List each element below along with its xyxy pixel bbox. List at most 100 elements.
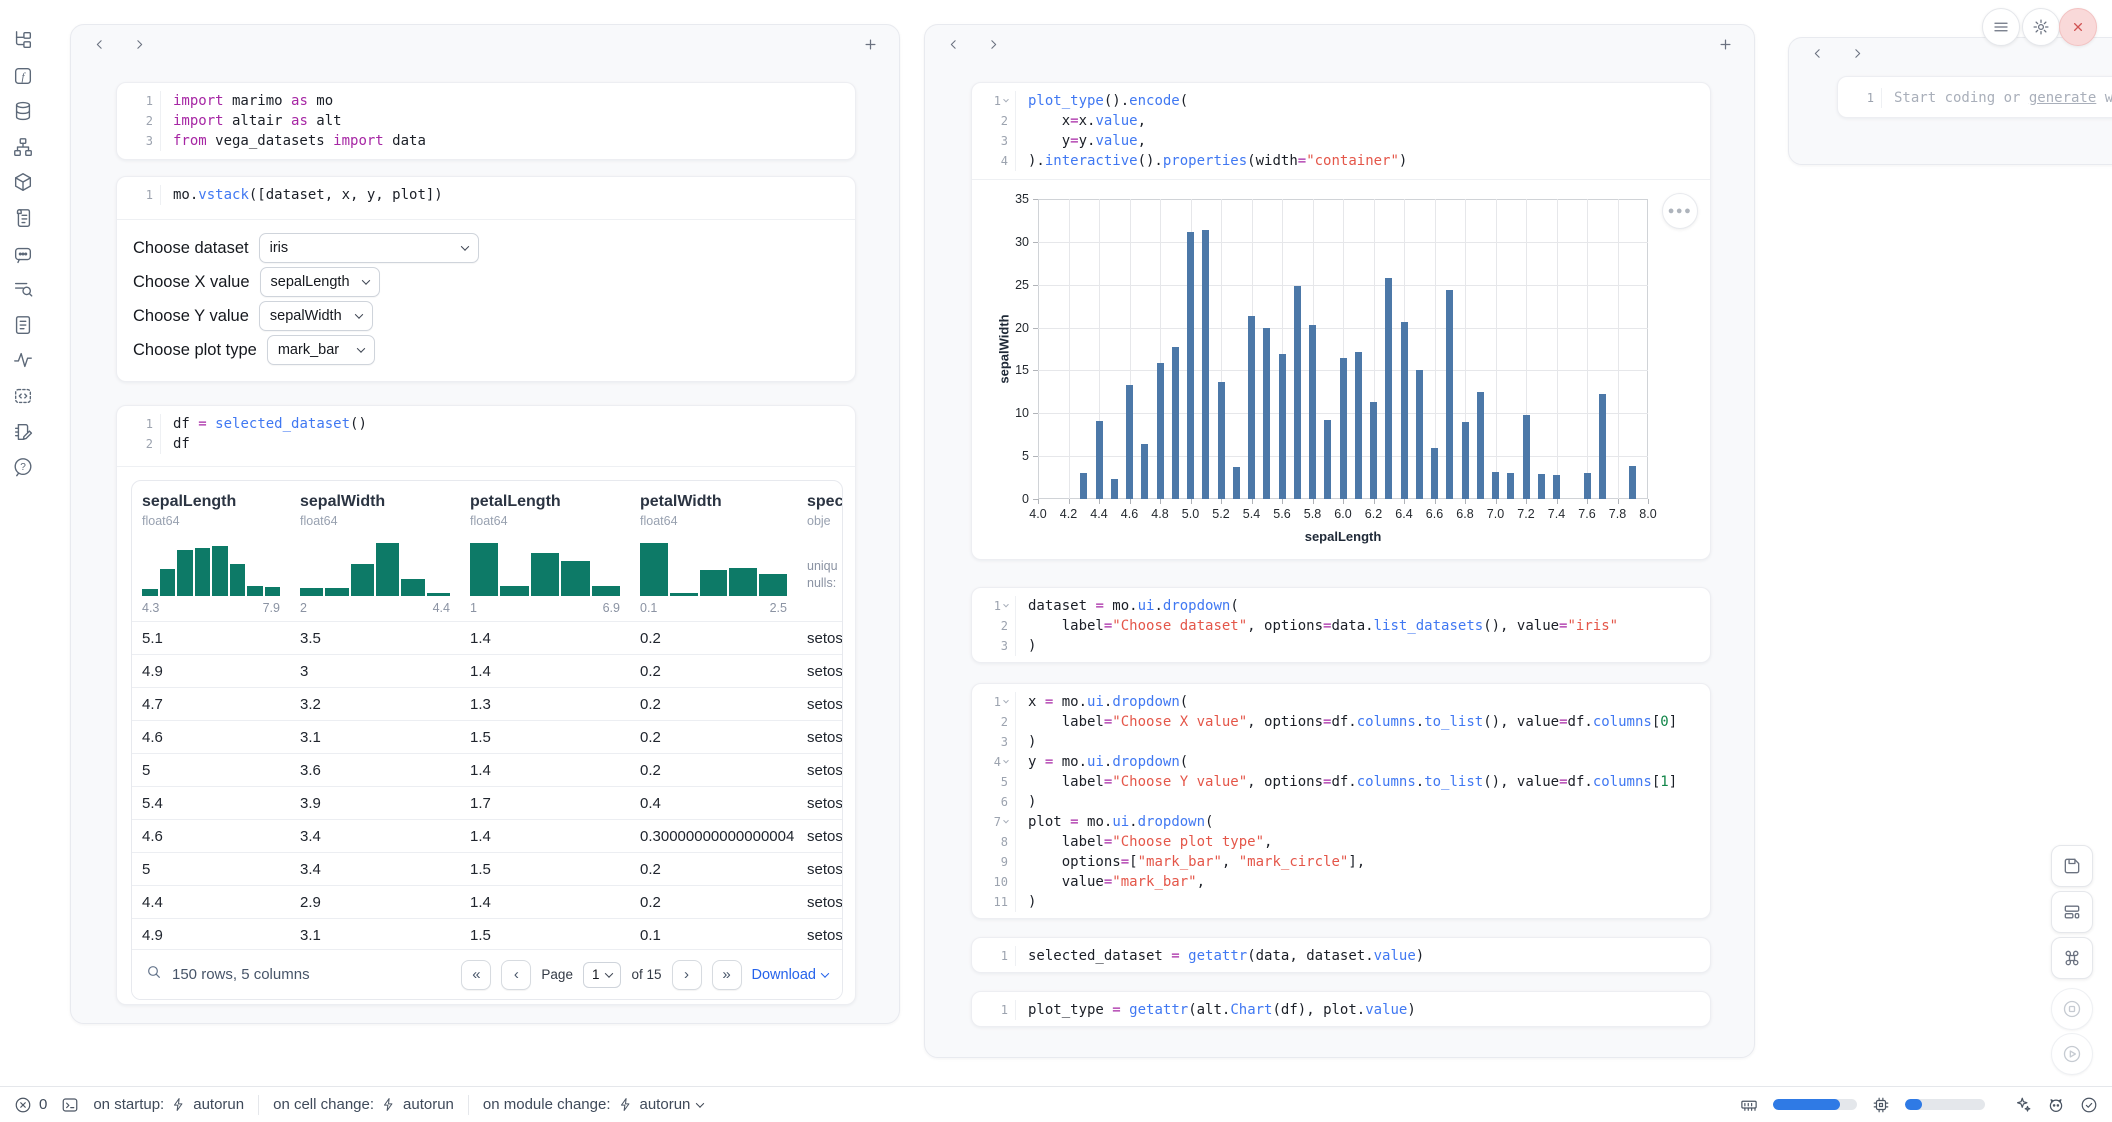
- table-cell: 0.4: [630, 795, 797, 812]
- github-button[interactable]: [2047, 1096, 2065, 1114]
- errors-icon: [14, 1096, 32, 1114]
- add-cell-button[interactable]: [859, 33, 881, 55]
- error-count-badge[interactable]: 0: [14, 1096, 47, 1114]
- code-line: 1dataset = mo.ui.dropdown(: [972, 596, 1700, 616]
- first-page-button[interactable]: «: [461, 960, 491, 990]
- layout-button[interactable]: [2051, 891, 2093, 933]
- dropdown-row: Choose Y valuesepalWidth: [133, 301, 373, 331]
- last-page-button[interactable]: »: [712, 960, 742, 990]
- chart-bar: [1431, 448, 1438, 499]
- column-prev-button[interactable]: [1805, 42, 1829, 64]
- cell-plot-type[interactable]: 1plot_type = getattr(alt.Chart(df), plot…: [971, 991, 1711, 1027]
- cell-dataset-dropdown[interactable]: 1dataset = mo.ui.dropdown(2 label="Choos…: [971, 587, 1711, 663]
- ram-usage-meter: [1773, 1099, 1857, 1110]
- table-cell: 0.2: [630, 894, 797, 911]
- table-cell: 4.6: [132, 828, 290, 845]
- packages-icon[interactable]: [10, 169, 36, 195]
- cell-xy-dropdowns[interactable]: 1x = mo.ui.dropdown(2 label="Choose X va…: [971, 683, 1711, 919]
- table-row: 5.13.51.40.2setos: [132, 621, 842, 654]
- stop-button[interactable]: [2051, 988, 2093, 1030]
- table-footer: 150 rows, 5 columns « ‹ Page 1 of 15 › »…: [132, 949, 842, 999]
- cell-selected-dataset[interactable]: 1selected_dataset = getattr(data, datase…: [971, 937, 1711, 973]
- download-button[interactable]: Download: [752, 967, 829, 983]
- command-palette-button[interactable]: [2051, 937, 2093, 979]
- code-line: 3 y=y.value,: [972, 131, 1700, 151]
- line-number: 10: [972, 872, 1016, 892]
- column-next-button[interactable]: [127, 33, 151, 55]
- ai-chat-icon[interactable]: [10, 241, 36, 267]
- tracebacks-icon[interactable]: [10, 276, 36, 302]
- column-type: float64: [470, 514, 620, 528]
- dependency-graph-icon[interactable]: [10, 134, 36, 160]
- ram-icon: [1740, 1096, 1758, 1114]
- run-mode-toggle[interactable]: on cell change:autorun: [273, 1096, 454, 1113]
- functions-icon[interactable]: f: [10, 63, 36, 89]
- page-select[interactable]: 1: [583, 962, 622, 988]
- table-cell: 0.2: [630, 630, 797, 647]
- column-type: float64: [142, 514, 280, 528]
- y-tick-label: 5: [1022, 449, 1029, 463]
- table-header-row: sepalLengthfloat644.37.9sepalWidthfloat6…: [132, 481, 842, 621]
- prev-page-button[interactable]: ‹: [501, 960, 531, 990]
- scratchpad-icon[interactable]: [10, 419, 36, 445]
- terminal-button[interactable]: [61, 1096, 79, 1114]
- help-icon[interactable]: ?: [10, 454, 36, 480]
- dropdown-row: Choose X valuesepalLength: [133, 267, 380, 297]
- file-explorer-icon[interactable]: [10, 27, 36, 53]
- y-tick-label: 15: [1015, 363, 1029, 377]
- x-axis-title: sepalLength: [1305, 529, 1382, 544]
- chart-menu-button[interactable]: ●●●: [1662, 193, 1698, 229]
- column-prev-button[interactable]: [87, 33, 111, 55]
- code-line: 9 options=["mark_bar", "mark_circle"],: [972, 852, 1700, 872]
- dropdown-select[interactable]: sepalLength: [260, 267, 380, 297]
- column-next-button[interactable]: [1845, 42, 1869, 64]
- table-cell: 0.2: [630, 663, 797, 680]
- close-button[interactable]: [2059, 8, 2097, 46]
- dropdown-select[interactable]: sepalWidth: [259, 301, 373, 331]
- column-histogram: [142, 538, 280, 596]
- table-cell: 5: [132, 861, 290, 878]
- connection-status-button[interactable]: [2080, 1096, 2098, 1114]
- column-prev-button[interactable]: [941, 33, 965, 55]
- y-tick-label: 20: [1015, 321, 1029, 335]
- run-mode-toggle[interactable]: on startup:autorun: [93, 1096, 244, 1113]
- snippets-icon[interactable]: [10, 383, 36, 409]
- generate-link[interactable]: generate: [2029, 90, 2096, 106]
- column-next-button[interactable]: [981, 33, 1005, 55]
- next-page-button[interactable]: ›: [672, 960, 702, 990]
- table-cell: 5.4: [132, 795, 290, 812]
- column-header: sepalLengthfloat644.37.9: [132, 481, 290, 621]
- chart-bar: [1401, 322, 1408, 499]
- dropdown-select[interactable]: mark_bar: [267, 335, 375, 365]
- table-cell: 1.5: [460, 729, 630, 746]
- table-cell: 3.9: [290, 795, 460, 812]
- cell-vstack[interactable]: 1mo.vstack([dataset, x, y, plot]) Choose…: [116, 176, 856, 382]
- datasources-icon[interactable]: [10, 98, 36, 124]
- table-cell: setos: [797, 861, 842, 878]
- table-cell: 3.4: [290, 861, 460, 878]
- cell-empty-editor[interactable]: 1 Start coding or generate with: [1837, 76, 2112, 118]
- menu-button[interactable]: [1982, 8, 2020, 46]
- cell-plot[interactable]: 1plot_type().encode(2 x=x.value,3 y=y.va…: [971, 82, 1711, 560]
- y-tick-label: 30: [1015, 235, 1029, 249]
- add-cell-button[interactable]: [1714, 33, 1736, 55]
- x-tick-label: 5.4: [1243, 507, 1260, 521]
- cell-dataframe[interactable]: 1df = selected_dataset()2df sepalLengthf…: [116, 405, 856, 1005]
- run-mode-toggle[interactable]: on module change:autorun: [483, 1096, 703, 1113]
- profiler-icon[interactable]: [10, 347, 36, 373]
- dropdown-select[interactable]: iris: [259, 233, 479, 263]
- x-tick-label: 4.6: [1121, 507, 1138, 521]
- save-button[interactable]: [2051, 845, 2093, 887]
- documentation-icon[interactable]: [10, 312, 36, 338]
- column-min-max: 16.9: [470, 601, 620, 615]
- editor-placeholder[interactable]: Start coding or generate with: [1882, 88, 2112, 108]
- run-button[interactable]: [2051, 1033, 2093, 1075]
- line-number: 1: [972, 946, 1016, 966]
- code-line: 5 label="Choose Y value", options=df.col…: [972, 772, 1700, 792]
- settings-gear-button[interactable]: [2022, 8, 2060, 46]
- table-row: 53.41.50.2setos: [132, 852, 842, 885]
- search-icon[interactable]: [146, 964, 162, 985]
- ai-sparkles-button[interactable]: [2014, 1096, 2032, 1114]
- cell-imports[interactable]: 1import marimo as mo2import altair as al…: [116, 82, 856, 160]
- logs-icon[interactable]: [10, 205, 36, 231]
